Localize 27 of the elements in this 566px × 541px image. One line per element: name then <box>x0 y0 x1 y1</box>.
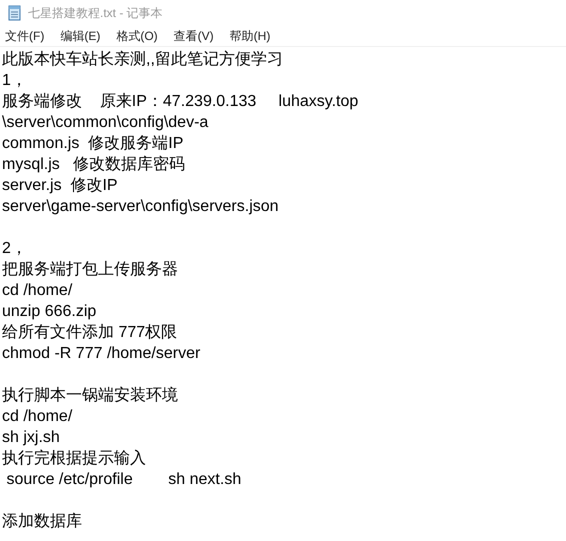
text-line: 此版本快车站长亲测,,留此笔记方便学习 <box>2 50 283 70</box>
text-line: common.js 修改服务端IP <box>2 134 184 154</box>
text-line: source /etc/profile sh next.sh <box>5 470 242 490</box>
text-line: chmod -R 777 /home/server <box>2 344 200 364</box>
text-line: cd /home/ <box>2 407 72 427</box>
text-line: 服务端修改 原来IP：47.239.0.133 luhaxsy.top <box>2 92 358 112</box>
text-line: server\game-server\config\servers.json <box>2 197 279 217</box>
text-line: 执行脚本一锅端安装环境 <box>2 386 178 406</box>
text-line: cd /home/ <box>2 281 72 301</box>
text-line: 给所有文件添加 777权限 <box>2 322 178 343</box>
menu-item[interactable]: 查看(V) <box>170 27 219 45</box>
menu-item[interactable]: 文件(F) <box>2 27 50 45</box>
text-line: server.js 修改IP <box>2 176 118 196</box>
text-line: 执行完根据提示输入 <box>2 448 146 469</box>
menu-item[interactable]: 格式(O) <box>113 27 163 45</box>
menu-item[interactable]: 编辑(E) <box>57 27 106 45</box>
text-line: \server\common\config\dev-a <box>2 113 208 133</box>
text-line: sh jxj.sh <box>2 428 60 448</box>
text-line: unzip 666.zip <box>2 302 96 322</box>
text-line: 添加数据库 <box>2 512 82 532</box>
text-line: 2， <box>2 239 27 259</box>
notepad-icon <box>8 5 22 21</box>
text-line: mysql.js 修改数据库密码 <box>2 154 186 175</box>
text-line: 把服务端打包上传服务器 <box>2 260 178 280</box>
window-title: 七星搭建教程.txt - 记事本 <box>28 4 163 22</box>
text-line: 1， <box>2 71 27 91</box>
menu-item[interactable]: 帮助(H) <box>226 27 276 45</box>
